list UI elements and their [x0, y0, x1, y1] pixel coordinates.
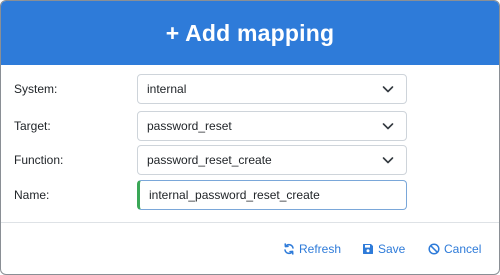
target-row: Target: password_reset: [1, 111, 499, 141]
refresh-button[interactable]: Refresh: [283, 239, 341, 259]
function-row: Function: password_reset_create: [1, 145, 499, 175]
refresh-button-label: Refresh: [299, 242, 342, 256]
ban-icon: [428, 243, 440, 255]
name-label: Name:: [14, 188, 50, 202]
system-row: System: internal: [1, 74, 499, 104]
mapping-form: System: internal Target: password_reset …: [1, 65, 499, 222]
system-select[interactable]: internal: [137, 74, 407, 104]
refresh-icon: [284, 243, 294, 255]
function-select[interactable]: password_reset_create: [137, 145, 407, 175]
add-mapping-dialog: + Add mapping System: internal Target: p…: [0, 0, 500, 275]
system-label: System:: [14, 82, 58, 96]
save-button[interactable]: Save: [362, 239, 405, 259]
floppy-disk-icon: [363, 244, 373, 254]
name-input-value: internal_password_reset_create: [149, 188, 320, 202]
save-button-label: Save: [378, 242, 406, 256]
function-label: Function:: [14, 153, 64, 167]
cancel-button[interactable]: Cancel: [428, 239, 481, 259]
function-select-value: password_reset_create: [147, 153, 272, 167]
target-label: Target:: [14, 119, 51, 133]
dialog-footer: Refresh Save Cancel: [1, 223, 499, 274]
target-select[interactable]: password_reset: [137, 111, 407, 141]
chevron-down-icon: [382, 86, 394, 93]
system-select-value: internal: [147, 82, 187, 96]
target-select-value: password_reset: [147, 119, 232, 133]
name-input[interactable]: internal_password_reset_create: [137, 180, 407, 210]
cancel-button-label: Cancel: [444, 242, 482, 256]
chevron-down-icon: [382, 157, 394, 164]
dialog-title: + Add mapping: [1, 1, 499, 65]
chevron-down-icon: [382, 123, 394, 130]
name-row: Name: internal_password_reset_create: [1, 180, 499, 210]
